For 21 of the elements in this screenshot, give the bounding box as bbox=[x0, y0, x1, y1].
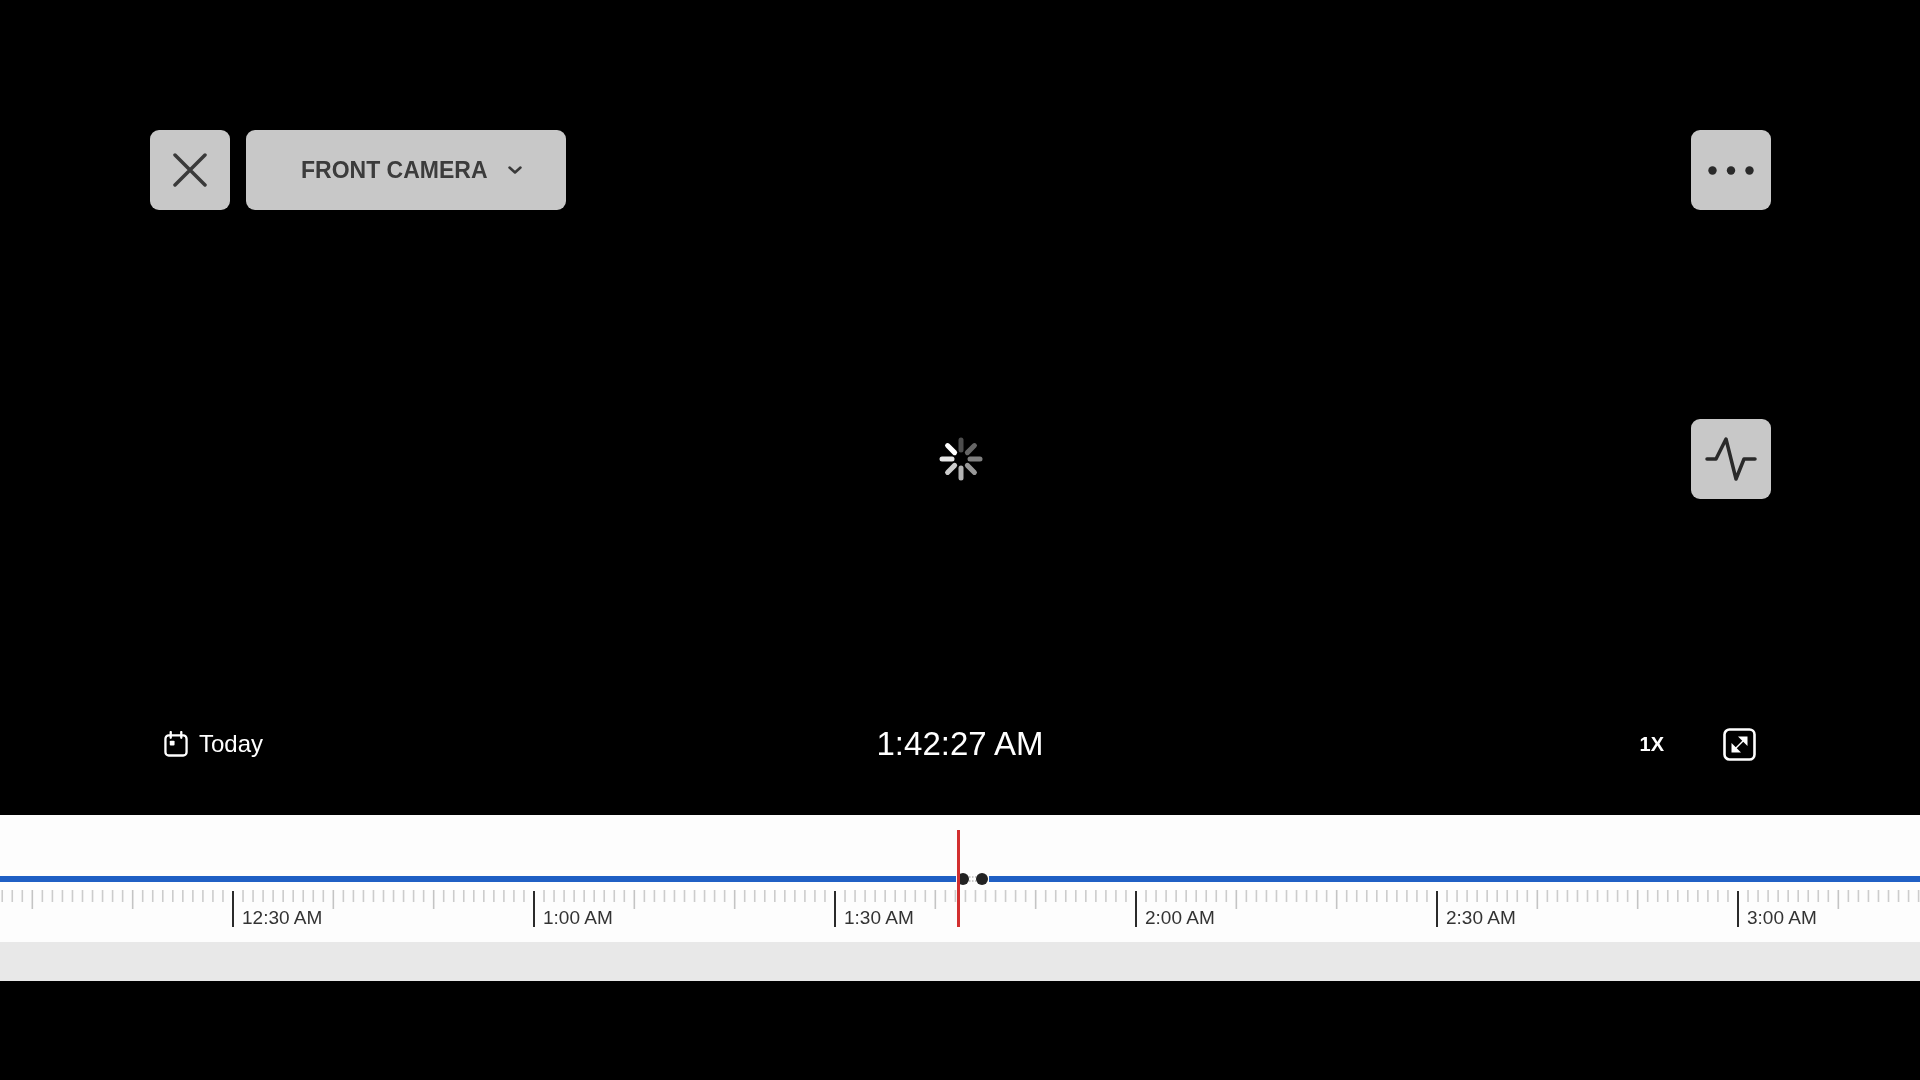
more-icon bbox=[1708, 165, 1754, 175]
calendar-icon bbox=[164, 731, 188, 757]
date-button[interactable]: Today bbox=[164, 730, 264, 758]
camera-dropdown[interactable]: FRONT CAMERA bbox=[246, 130, 566, 210]
time-label: 2:00 AM bbox=[1145, 907, 1215, 929]
close-icon bbox=[173, 153, 207, 187]
activity-button[interactable] bbox=[1691, 419, 1771, 499]
caret-icon bbox=[507, 166, 522, 174]
marker-icon bbox=[956, 872, 989, 886]
time-label: 1:00 AM bbox=[543, 907, 613, 929]
timeline[interactable]: 12:30 AM 1:00 AM 1:30 AM 2:00 AM 2:30 AM 3:00 AM bbox=[0, 815, 1920, 942]
time-display: 1:42:27 AM bbox=[876, 725, 1044, 763]
close-button[interactable] bbox=[150, 130, 230, 210]
time-label: 12:30 AM bbox=[242, 907, 323, 929]
more-button[interactable] bbox=[1691, 130, 1771, 210]
expand-icon[interactable] bbox=[1723, 727, 1756, 761]
time-label: 2:30 AM bbox=[1446, 907, 1516, 929]
time-label: 1:30 AM bbox=[844, 907, 914, 929]
pulse-icon bbox=[1705, 436, 1757, 482]
speed-button[interactable]: 1X bbox=[1639, 732, 1664, 756]
time-label: 3:00 AM bbox=[1747, 907, 1817, 929]
